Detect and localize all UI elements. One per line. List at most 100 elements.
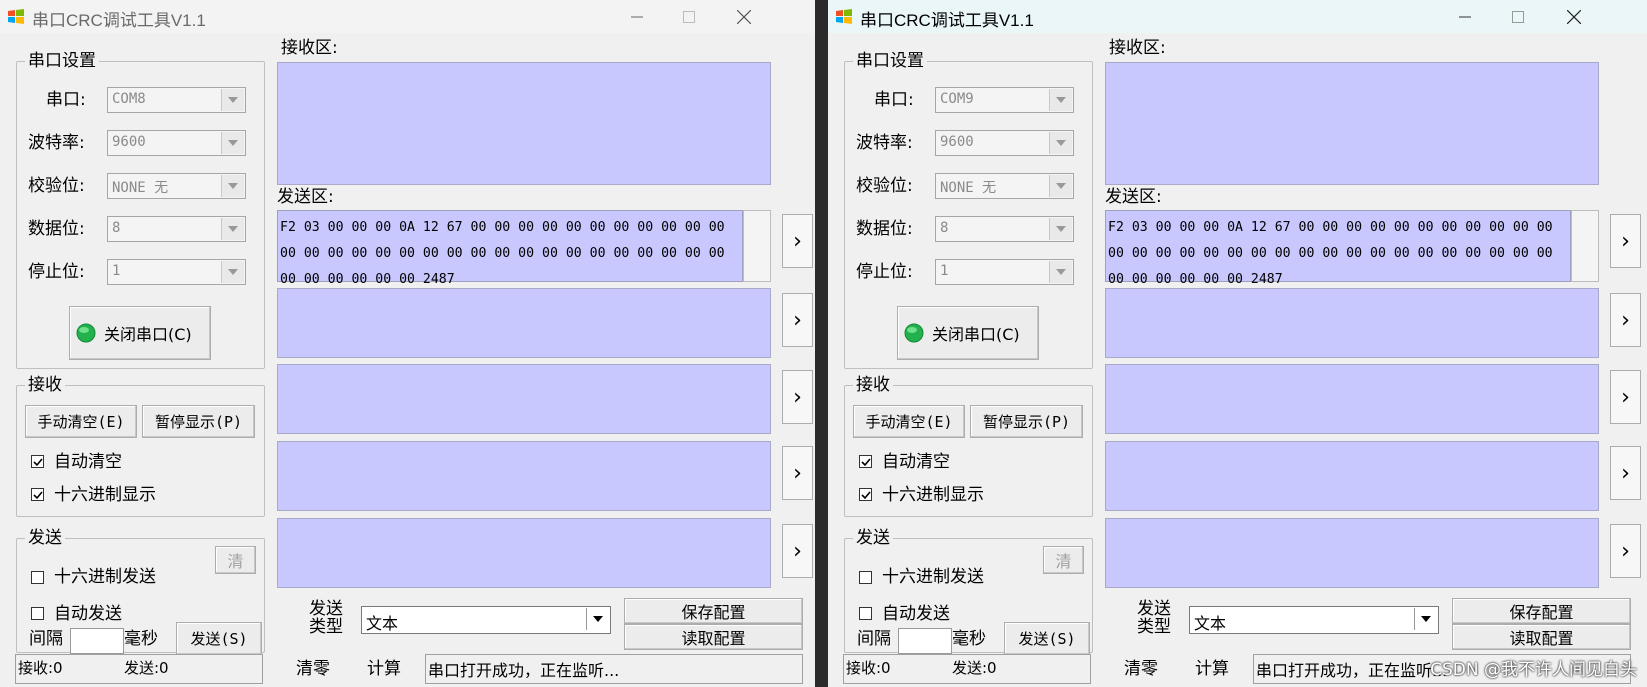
- parity-select[interactable]: NONE 无: [107, 173, 246, 199]
- send-type-select[interactable]: 文本: [361, 606, 611, 634]
- load-config-button[interactable]: 读取配置: [1452, 624, 1631, 650]
- baud-select[interactable]: 9600: [935, 130, 1074, 156]
- dropdown-arrow-icon[interactable]: [221, 89, 244, 111]
- dropdown-arrow-icon[interactable]: [221, 261, 244, 283]
- send-row-2-button[interactable]: ›: [1610, 293, 1641, 347]
- auto-clear-label: 自动清空: [54, 452, 122, 472]
- manual-clear-button[interactable]: 手动清空(E): [25, 405, 137, 438]
- hex-display-checkbox[interactable]: [31, 488, 44, 501]
- maximize-button[interactable]: [663, 0, 715, 33]
- calc-button[interactable]: 计算: [367, 658, 401, 680]
- send-area-scrollbar[interactable]: [743, 210, 771, 282]
- dropdown-arrow-icon[interactable]: [221, 175, 244, 197]
- chevron-right-icon: ›: [1621, 228, 1630, 254]
- checkmark-icon: [33, 491, 43, 500]
- send-row-5-button[interactable]: ›: [1610, 524, 1641, 578]
- auto-clear-checkbox[interactable]: [859, 455, 872, 468]
- interval-input[interactable]: [898, 628, 952, 654]
- parity-select[interactable]: NONE 无: [935, 173, 1074, 199]
- reset-button[interactable]: 清零: [296, 658, 330, 680]
- toggle-port-button[interactable]: 关闭串口(C): [897, 306, 1039, 360]
- dropdown-arrow-icon[interactable]: [1049, 89, 1072, 111]
- hex-display-checkbox[interactable]: [859, 488, 872, 501]
- preset-text-area-4[interactable]: [277, 441, 771, 511]
- send-row-4-button[interactable]: ›: [782, 446, 813, 500]
- dropdown-arrow-icon[interactable]: [1049, 175, 1072, 197]
- title-bar[interactable]: 串口CRC调试工具V1.1: [828, 0, 1647, 33]
- group-legend: 发送: [853, 527, 893, 549]
- send-button[interactable]: 发送(S): [1004, 622, 1090, 655]
- dropdown-arrow-icon[interactable]: [1049, 132, 1072, 154]
- close-button[interactable]: [1548, 0, 1600, 33]
- stopbits-select[interactable]: 1: [935, 259, 1074, 285]
- receive-text-area[interactable]: [1105, 62, 1599, 185]
- baud-select[interactable]: 9600: [107, 130, 246, 156]
- toggle-port-button[interactable]: 关闭串口(C): [69, 306, 211, 360]
- receive-text-area[interactable]: [277, 62, 771, 185]
- preset-text-area-5[interactable]: [1105, 518, 1599, 588]
- stopbits-value: 1: [940, 263, 949, 279]
- status-text: 串口打开成功，正在监听...: [428, 661, 620, 680]
- status-text: 串口打开成功，正在监听...: [1256, 661, 1448, 680]
- save-config-button[interactable]: 保存配置: [1452, 598, 1631, 624]
- send-text-area[interactable]: F2 03 00 00 00 0A 12 67 00 00 00 00 00 0…: [1105, 210, 1571, 287]
- send-area-scrollbar[interactable]: [1571, 210, 1599, 282]
- send-row-3-button[interactable]: ›: [782, 370, 813, 424]
- pause-display-button[interactable]: 暂停显示(P): [142, 405, 255, 438]
- close-button[interactable]: [718, 0, 770, 33]
- manual-clear-button[interactable]: 手动清空(E): [853, 405, 965, 438]
- auto-send-label: 自动发送: [54, 604, 122, 624]
- send-clear-button[interactable]: 清: [1043, 546, 1084, 574]
- dropdown-arrow-icon[interactable]: [221, 132, 244, 154]
- counter-bar: 接收:0 发送:0: [15, 654, 263, 684]
- stopbits-value: 1: [112, 263, 121, 279]
- send-text-area[interactable]: F2 03 00 00 00 0A 12 67 00 00 00 00 00 0…: [277, 210, 743, 287]
- stopbits-select[interactable]: 1: [107, 259, 246, 285]
- databits-select[interactable]: 8: [935, 216, 1074, 242]
- send-row-1-button[interactable]: ›: [1610, 214, 1641, 268]
- maximize-button[interactable]: [1492, 0, 1544, 33]
- send-row-4-button[interactable]: ›: [1610, 446, 1641, 500]
- send-type-select[interactable]: 文本: [1189, 606, 1439, 634]
- pause-display-button[interactable]: 暂停显示(P): [970, 405, 1083, 438]
- send-button[interactable]: 发送(S): [176, 622, 262, 655]
- preset-text-area-2[interactable]: [277, 288, 771, 358]
- interval-input[interactable]: [70, 628, 124, 654]
- green-led-icon: [904, 323, 924, 343]
- dropdown-arrow-icon[interactable]: [1049, 261, 1072, 283]
- dropdown-arrow-icon[interactable]: [1414, 608, 1437, 630]
- hex-send-checkbox[interactable]: [31, 571, 44, 584]
- title-bar[interactable]: 串口CRC调试工具V1.1: [0, 0, 815, 33]
- databits-label: 数据位:: [856, 219, 913, 239]
- auto-clear-checkbox[interactable]: [31, 455, 44, 468]
- dropdown-arrow-icon[interactable]: [1049, 218, 1072, 240]
- dropdown-arrow-icon[interactable]: [221, 218, 244, 240]
- send-text: F2 03 00 00 00 0A 12 67 00 00 00 00 00 0…: [1108, 220, 1561, 287]
- preset-text-area-5[interactable]: [277, 518, 771, 588]
- load-config-button[interactable]: 读取配置: [624, 624, 803, 650]
- preset-text-area-3[interactable]: [277, 364, 771, 434]
- preset-text-area-4[interactable]: [1105, 441, 1599, 511]
- preset-text-area-3[interactable]: [1105, 364, 1599, 434]
- preset-text-area-2[interactable]: [1105, 288, 1599, 358]
- port-select[interactable]: COM9: [935, 87, 1074, 113]
- reset-button[interactable]: 清零: [1124, 658, 1158, 680]
- auto-send-checkbox[interactable]: [31, 607, 44, 620]
- dropdown-arrow-icon[interactable]: [586, 608, 609, 630]
- send-row-5-button[interactable]: ›: [782, 524, 813, 578]
- minimize-button[interactable]: [611, 0, 663, 33]
- hex-send-checkbox[interactable]: [859, 571, 872, 584]
- save-config-button[interactable]: 保存配置: [624, 598, 803, 624]
- port-select[interactable]: COM8: [107, 87, 246, 113]
- chevron-right-icon: ›: [793, 307, 802, 333]
- parity-value: NONE 无: [940, 180, 997, 196]
- send-row-3-button[interactable]: ›: [1610, 370, 1641, 424]
- send-clear-button[interactable]: 清: [215, 546, 256, 574]
- auto-send-checkbox[interactable]: [859, 607, 872, 620]
- send-row-2-button[interactable]: ›: [782, 293, 813, 347]
- close-icon: [737, 9, 751, 24]
- minimize-button[interactable]: [1439, 0, 1491, 33]
- send-row-1-button[interactable]: ›: [782, 214, 813, 268]
- calc-button[interactable]: 计算: [1195, 658, 1229, 680]
- databits-select[interactable]: 8: [107, 216, 246, 242]
